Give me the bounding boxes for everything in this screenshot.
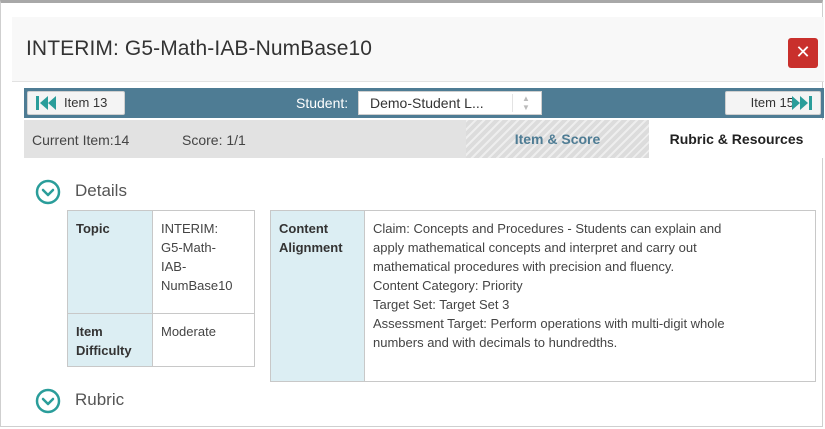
content-alignment-value: Claim: Concepts and Procedures - Student… xyxy=(364,210,816,382)
table-row: Item Difficulty Moderate xyxy=(67,313,255,367)
item-navigation-bar: Item 13 Student: Demo-Student L... ▲ ▼ I… xyxy=(24,88,824,118)
topic-value: INTERIM: G5-Math- IAB- NumBase10 xyxy=(152,210,255,314)
close-x-icon: ✕ xyxy=(795,42,811,63)
next-item-label: Item 15 xyxy=(750,95,794,110)
item-viewer-dialog: INTERIM: G5-Math-IAB-NumBase10 ✕ Item 13… xyxy=(0,0,824,427)
spinner-up-icon: ▲ xyxy=(522,94,530,103)
rubric-expand-icon[interactable] xyxy=(35,388,61,414)
student-select-value: Demo-Student L... xyxy=(370,95,484,111)
rubric-section-title[interactable]: Rubric xyxy=(75,390,124,410)
status-tab-bar: Current Item:14 Score: 1/1 Item & Score … xyxy=(24,120,824,158)
dialog-header: INTERIM: G5-Math-IAB-NumBase10 ✕ xyxy=(12,17,824,82)
difficulty-label: Item Difficulty xyxy=(67,313,153,367)
spinner-down-icon: ▼ xyxy=(522,103,530,112)
previous-item-label: Item 13 xyxy=(64,95,108,110)
details-table: Topic INTERIM: G5-Math- IAB- NumBase10 I… xyxy=(67,210,255,367)
dialog-title: INTERIM: G5-Math-IAB-NumBase10 xyxy=(26,37,373,60)
details-expand-icon[interactable] xyxy=(35,179,61,205)
tab-rubric-resources[interactable]: Rubric & Resources xyxy=(649,120,824,158)
table-row: Content Alignment Claim: Concepts and Pr… xyxy=(270,210,816,382)
next-item-button[interactable]: Item 15 xyxy=(725,91,821,115)
double-left-arrow-icon xyxy=(36,96,56,110)
details-section-title[interactable]: Details xyxy=(75,181,127,201)
previous-item-button[interactable]: Item 13 xyxy=(27,91,125,115)
difficulty-value: Moderate xyxy=(152,313,255,367)
table-row: Topic INTERIM: G5-Math- IAB- NumBase10 xyxy=(67,210,255,314)
content-alignment-label: Content Alignment xyxy=(270,210,365,382)
student-label: Student: xyxy=(296,95,349,111)
close-button[interactable]: ✕ xyxy=(788,38,818,68)
student-select[interactable]: Demo-Student L... ▲ ▼ xyxy=(358,91,542,115)
student-spinner[interactable]: ▲ ▼ xyxy=(512,94,539,112)
content-alignment-table: Content Alignment Claim: Concepts and Pr… xyxy=(270,210,816,382)
tab-item-score[interactable]: Item & Score xyxy=(466,120,649,158)
double-right-arrow-icon xyxy=(792,96,812,110)
current-item-text: Current Item:14 xyxy=(32,132,130,148)
topic-label: Topic xyxy=(67,210,153,314)
score-text: Score: 1/1 xyxy=(182,132,246,148)
